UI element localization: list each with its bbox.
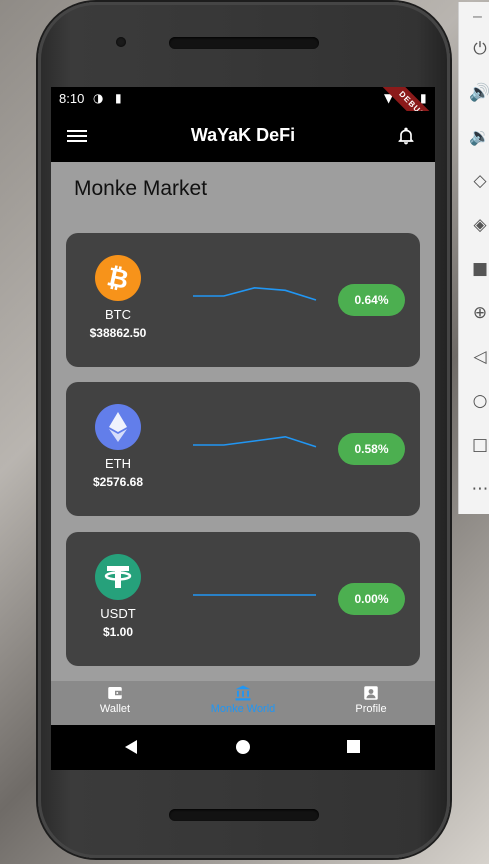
bottom-navigation: Wallet Monke World Profile <box>51 681 435 725</box>
coin-symbol: USDT <box>100 606 136 621</box>
power-icon[interactable]: ⏻ <box>469 38 489 60</box>
rotate-left-icon[interactable]: ◇ <box>469 170 489 192</box>
change-badge[interactable]: 0.64% <box>338 284 405 316</box>
wallet-icon <box>108 687 122 699</box>
nav-label: Monke World <box>210 703 276 715</box>
front-camera <box>116 37 126 47</box>
zoom-icon[interactable]: ⊕ <box>469 302 489 324</box>
nav-label: Profile <box>355 703 387 715</box>
top-speaker <box>169 37 319 49</box>
bitcoin-icon: ₿ <box>95 255 141 301</box>
tether-icon <box>95 554 141 600</box>
change-badge[interactable]: 0.00% <box>338 583 405 615</box>
coin-card-eth[interactable]: ETH $2576.68 0.58% <box>66 382 420 516</box>
camera-icon[interactable]: ■ <box>469 258 489 280</box>
sd-card-icon: ▮ <box>115 91 122 105</box>
coin-symbol: ETH <box>105 456 131 471</box>
nav-monke-world[interactable]: Monke World <box>179 681 307 725</box>
back-icon[interactable]: ◁ <box>469 346 489 368</box>
coin-price: $2576.68 <box>92 475 144 489</box>
home-icon[interactable]: ○ <box>469 390 489 412</box>
minimize-icon[interactable]: – <box>473 8 482 26</box>
status-time: 8:10 <box>59 91 85 106</box>
home-circle-icon[interactable] <box>235 739 251 755</box>
coin-price: $38862.50 <box>89 326 147 340</box>
more-icon[interactable]: ⋯ <box>469 478 489 500</box>
system-navigation <box>51 725 435 770</box>
coin-symbol: BTC <box>105 307 131 322</box>
app-title: WaYaK DeFi <box>190 125 296 145</box>
emulator-toolbar: – ⏻ 🔊 🔉 ◇ ◈ ■ ⊕ ◁ ○ □ ⋯ <box>458 2 489 514</box>
sparkline-path <box>193 286 317 301</box>
back-triangle-icon[interactable] <box>123 739 139 755</box>
app-screen: 8:10 ◑ ▮ ▼ ◢ ▮ DEBUG WaYaK DeFi Monke Ma… <box>51 87 435 770</box>
coin-price: $1.00 <box>102 625 134 639</box>
data-saver-icon: ◑ <box>93 91 104 105</box>
status-bar: 8:10 ◑ ▮ ▼ ◢ ▮ DEBUG <box>51 87 435 143</box>
recents-square-icon[interactable] <box>346 739 361 754</box>
nav-profile[interactable]: Profile <box>307 681 435 725</box>
coin-sparkline <box>193 594 316 596</box>
nav-wallet[interactable]: Wallet <box>51 681 179 725</box>
app-bar: WaYaK DeFi <box>51 111 435 162</box>
volume-up-icon[interactable]: 🔊 <box>469 82 489 104</box>
coin-sparkline <box>193 286 317 301</box>
sparkline-path <box>193 435 317 448</box>
ethereum-icon <box>95 404 141 450</box>
page-title: Monke Market <box>74 177 208 200</box>
coin-sparkline <box>193 435 317 448</box>
nav-label: Wallet <box>99 703 131 715</box>
bottom-speaker <box>169 809 319 821</box>
bank-icon <box>235 685 251 701</box>
coin-card-usdt[interactable]: USDT $1.00 0.00% <box>66 532 420 666</box>
profile-icon <box>364 686 378 700</box>
coin-card-btc[interactable]: ₿ BTC $38862.50 0.64% <box>66 233 420 367</box>
volume-down-icon[interactable]: 🔉 <box>469 126 489 148</box>
overview-icon[interactable]: □ <box>469 434 489 456</box>
change-badge[interactable]: 0.58% <box>338 433 405 465</box>
bell-icon[interactable] <box>396 126 416 146</box>
rotate-right-icon[interactable]: ◈ <box>469 214 489 236</box>
